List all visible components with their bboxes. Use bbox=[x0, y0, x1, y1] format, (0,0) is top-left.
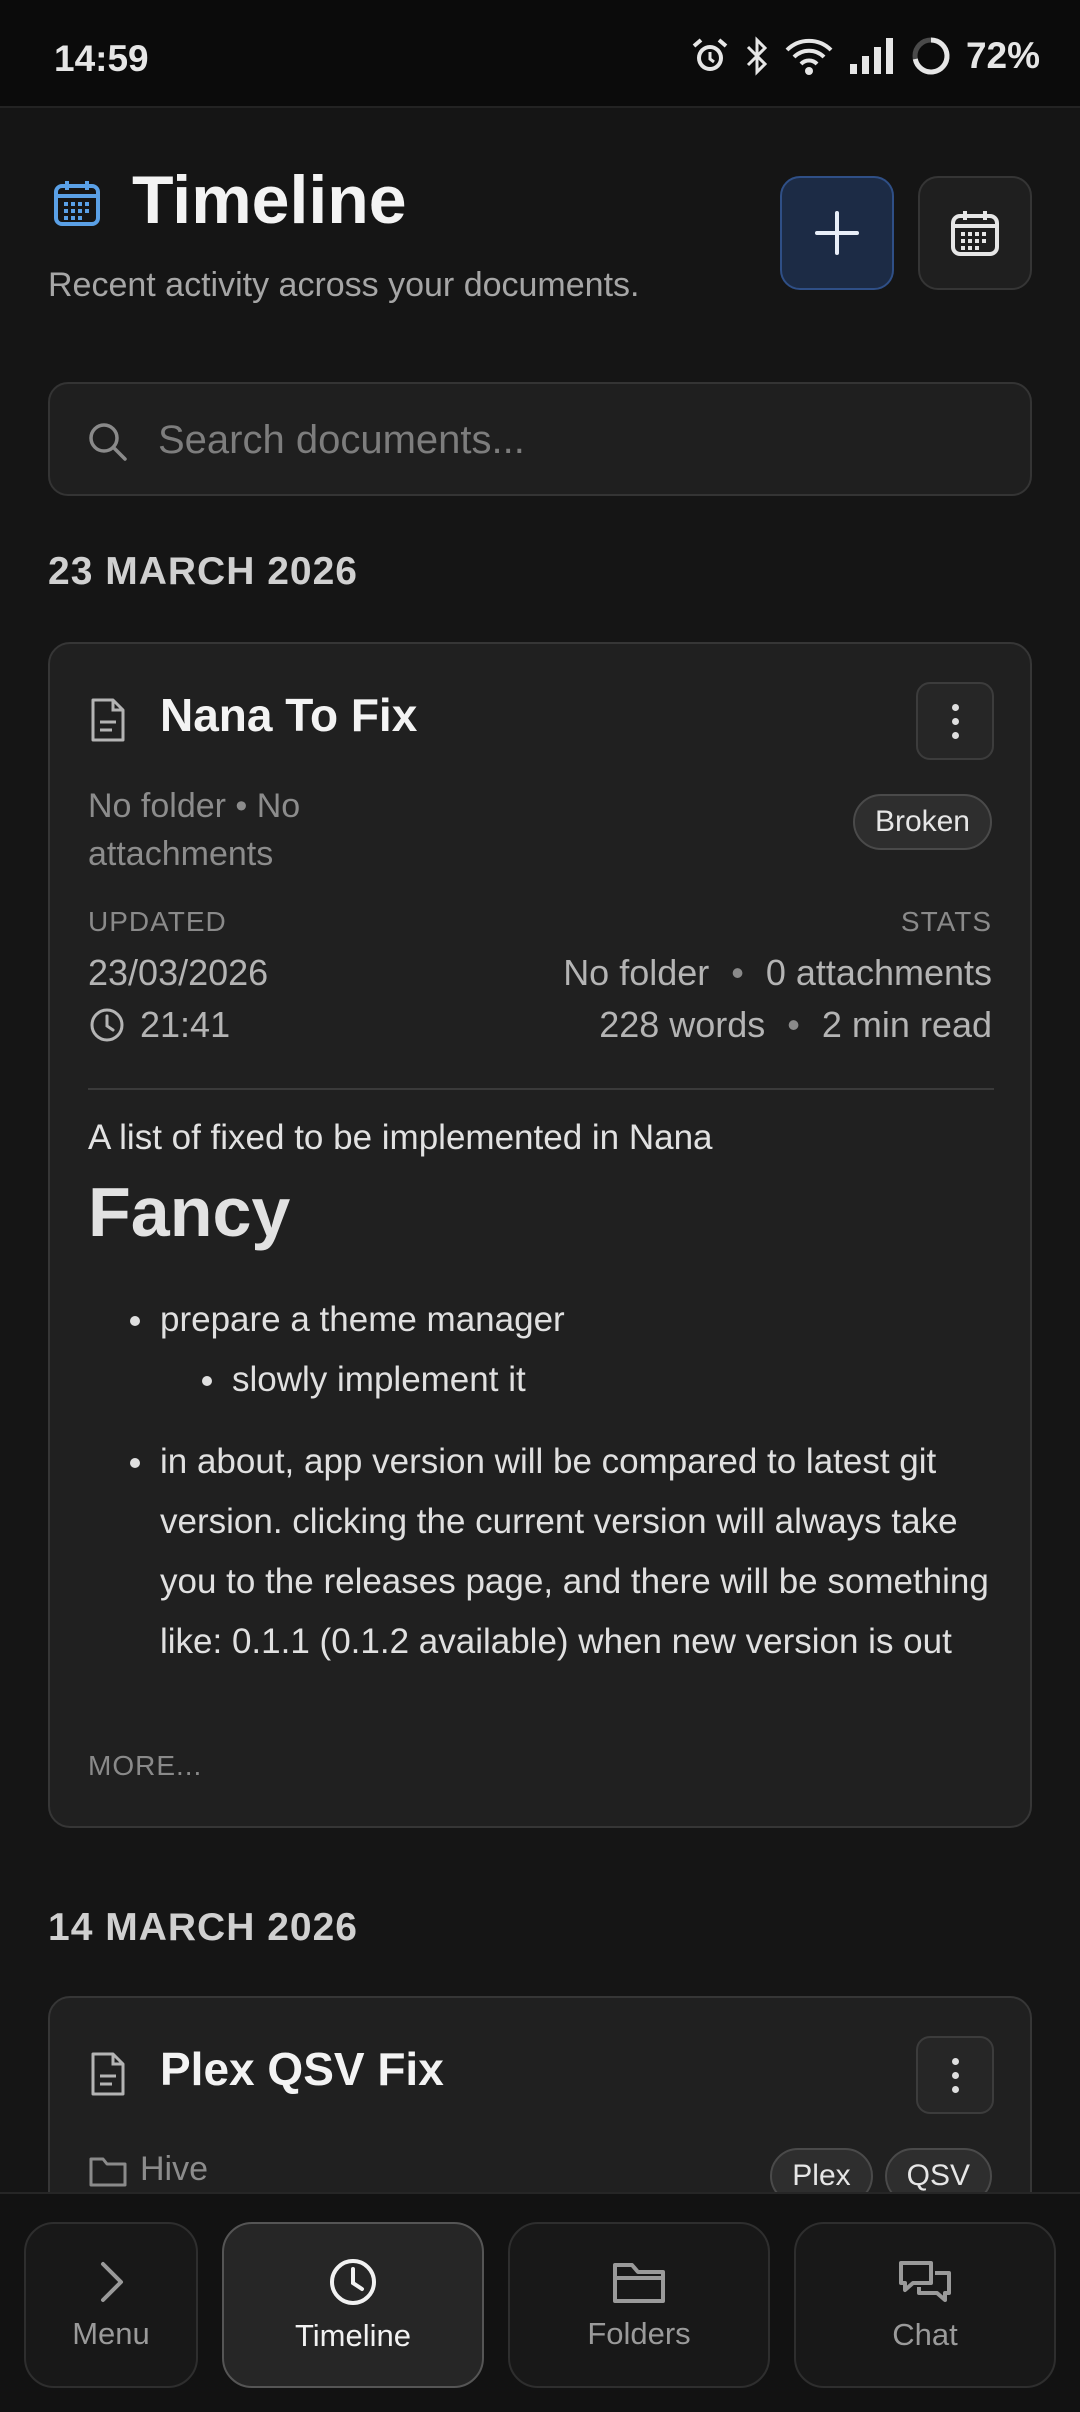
bluetooth-icon bbox=[746, 36, 768, 76]
plus-icon bbox=[815, 211, 859, 255]
nav-chat[interactable]: Chat bbox=[794, 2222, 1056, 2388]
updated-label: UPDATED bbox=[88, 906, 227, 937]
document-icon bbox=[91, 698, 125, 742]
list-item-nested: slowly implement it bbox=[202, 1350, 1010, 1410]
nav-label: Timeline bbox=[295, 2318, 411, 2353]
date-heading: 23 MARCH 2026 bbox=[48, 550, 358, 593]
document-card[interactable]: Nana To Fix No folder • No attachments B… bbox=[48, 642, 1032, 1828]
date-heading: 14 MARCH 2026 bbox=[48, 1906, 358, 1949]
more-link[interactable]: MORE... bbox=[88, 1750, 202, 1782]
nav-label: Menu bbox=[72, 2316, 150, 2351]
chat-icon bbox=[899, 2261, 951, 2302]
wifi-icon bbox=[785, 38, 833, 75]
preview-intro: A list of fixed to be implemented in Nan… bbox=[88, 1118, 713, 1157]
stats-row-2: 228 words • 2 min read bbox=[599, 1004, 992, 1046]
updated-time: 21:41 bbox=[140, 1004, 231, 1045]
chevron-right-icon bbox=[101, 2262, 123, 2302]
dot bbox=[951, 731, 959, 739]
updated-date: 23/03/2026 bbox=[88, 952, 269, 993]
separator: • bbox=[787, 1004, 800, 1045]
tag-badge[interactable]: Broken bbox=[852, 794, 992, 850]
preview-heading: Fancy bbox=[88, 1173, 291, 1251]
stats-row-1: No folder • 0 attachments bbox=[563, 952, 992, 994]
separator: • bbox=[731, 952, 744, 993]
more-options-button[interactable] bbox=[916, 682, 994, 760]
status-icons: 72% bbox=[690, 34, 1040, 78]
document-title[interactable]: Nana To Fix bbox=[160, 688, 417, 742]
clock-icon bbox=[90, 1008, 124, 1042]
stat-folder: No folder bbox=[563, 952, 710, 993]
list-item: in about, app version will be compared t… bbox=[130, 1432, 1010, 1672]
list-item: prepare a theme manager bbox=[130, 1290, 1010, 1350]
page-title: Timeline bbox=[132, 162, 407, 238]
divider bbox=[88, 1088, 994, 1090]
status-bar: 14:59 72% bbox=[0, 0, 1080, 108]
document-icon bbox=[91, 2052, 125, 2096]
tag-list: Broken bbox=[852, 794, 992, 850]
nav-timeline[interactable]: Timeline bbox=[222, 2222, 484, 2388]
nav-menu[interactable]: Menu bbox=[24, 2222, 198, 2388]
folder-icon bbox=[89, 2157, 127, 2187]
battery-percent: 72% bbox=[965, 35, 1040, 76]
bottom-navigation: Menu Timeline Folders Chat bbox=[0, 2192, 1080, 2412]
calendar-icon bbox=[54, 181, 100, 226]
search-input[interactable] bbox=[158, 406, 998, 474]
nav-label: Folders bbox=[587, 2316, 691, 2351]
folder-icon bbox=[613, 2263, 665, 2303]
stat-read-time: 2 min read bbox=[821, 1004, 992, 1045]
signal-icon bbox=[849, 38, 893, 74]
calendar-view-button[interactable] bbox=[918, 176, 1032, 290]
preview-list: prepare a theme manager slowly implement… bbox=[130, 1290, 1010, 1672]
dot bbox=[951, 703, 959, 711]
status-time: 14:59 bbox=[54, 38, 149, 79]
folder-name[interactable]: Hive bbox=[140, 2150, 208, 2189]
dot bbox=[951, 2057, 959, 2065]
document-meta: No folder • No attachments bbox=[88, 787, 301, 873]
alarm-icon bbox=[692, 38, 728, 71]
more-options-button[interactable] bbox=[916, 2036, 994, 2114]
dot bbox=[951, 2071, 959, 2079]
battery-icon bbox=[912, 37, 950, 75]
search-bar[interactable] bbox=[48, 382, 1032, 496]
stat-attachments: 0 attachments bbox=[765, 952, 992, 993]
dot bbox=[951, 2085, 959, 2093]
page-subtitle: Recent activity across your documents. bbox=[48, 266, 640, 304]
stat-words: 228 words bbox=[599, 1004, 766, 1045]
dot bbox=[951, 717, 959, 725]
nav-label: Chat bbox=[892, 2317, 958, 2352]
stats-label: STATS bbox=[900, 906, 992, 937]
clock-icon bbox=[330, 2259, 376, 2305]
calendar-icon bbox=[951, 211, 999, 256]
document-title[interactable]: Plex QSV Fix bbox=[160, 2042, 444, 2096]
nav-folders[interactable]: Folders bbox=[508, 2222, 770, 2388]
search-icon bbox=[89, 423, 127, 461]
add-document-button[interactable] bbox=[780, 176, 894, 290]
